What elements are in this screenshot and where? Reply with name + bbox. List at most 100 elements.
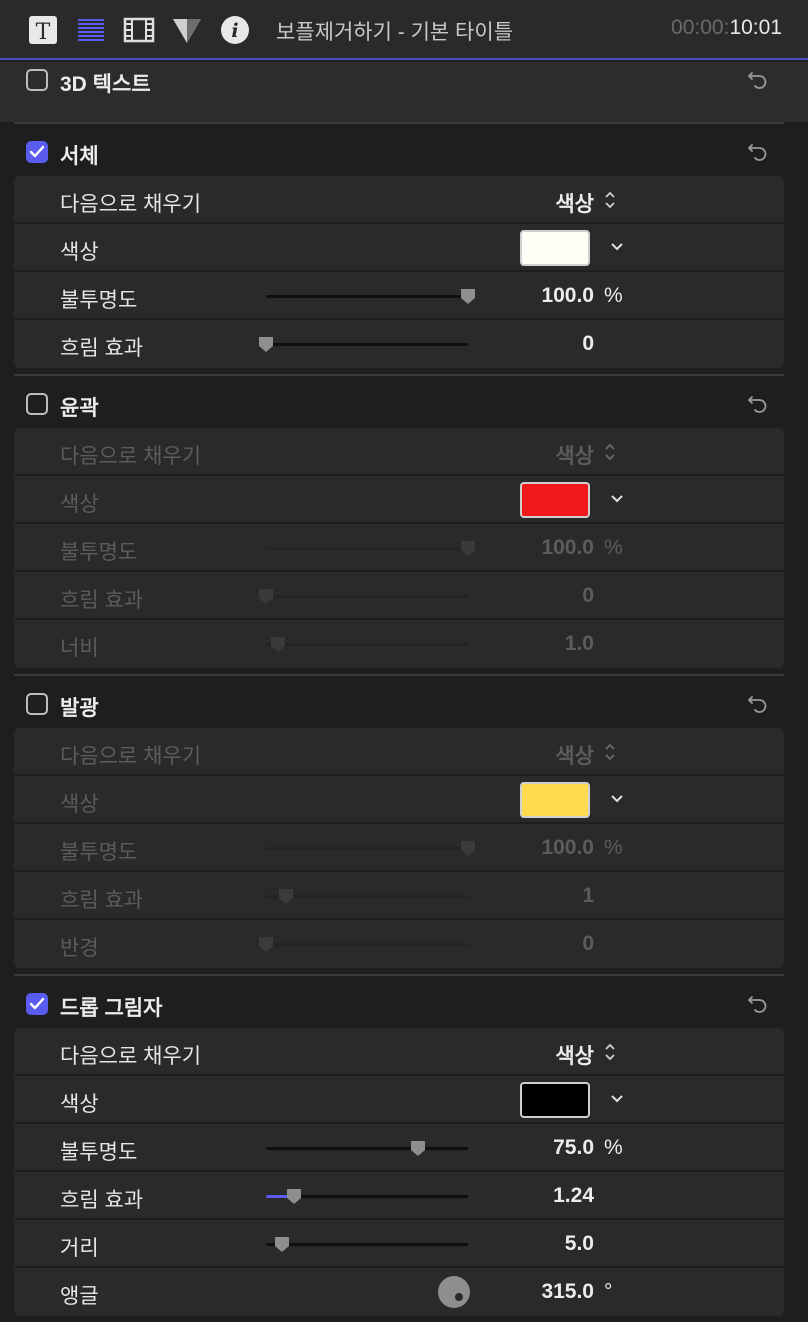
glow-blur-row: 흐림 효과 1	[14, 872, 784, 920]
blur-value[interactable]: 0	[582, 584, 594, 608]
shadow-color-row: 색상	[14, 1076, 784, 1124]
blur-label: 흐림 효과	[60, 1189, 144, 1212]
blur-slider[interactable]	[266, 1189, 468, 1204]
angle-dial[interactable]	[438, 1276, 470, 1308]
slider-thumb[interactable]	[286, 1188, 302, 1205]
drop-shadow-group: 다음으로 채우기 색상 색상 불투명도 75.0 % 흐림 효과 1.24 거리…	[14, 1028, 784, 1316]
section-title-glow: 발광	[60, 697, 99, 720]
fill-select[interactable]: 색상	[555, 740, 594, 770]
shadow-distance-row: 거리 5.0	[14, 1220, 784, 1268]
reset-icon[interactable]	[746, 992, 768, 1014]
section-3d-text: 3D 텍스트	[0, 62, 808, 122]
glow-group: 다음으로 채우기 색상 색상 불투명도 100.0 % 흐림 효과 1 반경 0	[14, 728, 784, 968]
opacity-slider[interactable]	[266, 1141, 468, 1156]
slider-thumb[interactable]	[410, 1140, 426, 1157]
fill-select[interactable]: 색상	[555, 1040, 594, 1070]
video-inspector-icon[interactable]	[122, 13, 156, 47]
opacity-slider[interactable]	[266, 541, 475, 556]
shadow-opacity-row: 불투명도 75.0 %	[14, 1124, 784, 1172]
angle-unit: °	[604, 1280, 613, 1303]
slider-thumb[interactable]	[460, 840, 476, 857]
fill-select[interactable]: 색상	[555, 188, 594, 218]
face-checkbox[interactable]	[26, 141, 48, 163]
blur-label: 흐림 효과	[60, 889, 144, 912]
slider-thumb[interactable]	[460, 540, 476, 557]
outline-fill-row: 다음으로 채우기 색상	[14, 428, 784, 476]
opacity-value[interactable]: 100.0	[541, 836, 594, 860]
glow-checkbox[interactable]	[26, 693, 48, 715]
slider-thumb[interactable]	[270, 636, 286, 653]
width-slider[interactable]	[266, 637, 468, 652]
color-swatch[interactable]	[520, 230, 590, 266]
fill-select[interactable]: 색상	[555, 440, 594, 470]
reset-icon[interactable]	[746, 140, 768, 162]
slider-thumb[interactable]	[258, 588, 274, 605]
opacity-value[interactable]: 100.0	[541, 284, 594, 308]
stepper-icon[interactable]	[604, 1042, 616, 1062]
outline-group: 다음으로 채우기 색상 색상 불투명도 100.0 % 흐림 효과 0 너비 1…	[14, 428, 784, 668]
section-divider	[14, 674, 784, 676]
radius-value[interactable]: 0	[582, 932, 594, 956]
slider-thumb[interactable]	[460, 288, 476, 305]
opacity-value[interactable]: 100.0	[541, 536, 594, 560]
angle-label: 앵글	[60, 1285, 99, 1308]
slider-thumb[interactable]	[274, 1236, 290, 1253]
slider-thumb[interactable]	[258, 336, 274, 353]
slider-thumb[interactable]	[258, 936, 274, 953]
chevron-down-icon[interactable]	[610, 242, 624, 252]
svg-text:i: i	[231, 20, 238, 42]
blur-value[interactable]: 1.24	[553, 1184, 594, 1208]
chevron-down-icon[interactable]	[610, 1094, 624, 1104]
radius-slider[interactable]	[259, 937, 468, 952]
blur-value[interactable]: 1	[582, 884, 594, 908]
stepper-icon[interactable]	[604, 190, 616, 210]
color-label: 색상	[60, 241, 99, 264]
opacity-unit: %	[604, 1136, 623, 1159]
section-title-drop-shadow: 드롭 그림자	[60, 997, 163, 1020]
section-divider	[14, 374, 784, 376]
timecode-prefix: 00:00:	[671, 16, 730, 39]
reset-icon[interactable]	[746, 68, 768, 90]
outline-width-row: 너비 1.0	[14, 620, 784, 668]
generator-icon[interactable]	[170, 13, 204, 47]
stepper-icon[interactable]	[604, 442, 616, 462]
fill-label: 다음으로 채우기	[60, 193, 202, 216]
distance-value[interactable]: 5.0	[565, 1232, 594, 1256]
shadow-fill-row: 다음으로 채우기 색상	[14, 1028, 784, 1076]
slider-thumb[interactable]	[278, 888, 294, 905]
color-swatch[interactable]	[520, 782, 590, 818]
drop-shadow-checkbox[interactable]	[26, 993, 48, 1015]
timecode-value: 10:01	[729, 16, 782, 39]
reset-icon[interactable]	[746, 692, 768, 714]
text-inspector-icon[interactable]: T	[26, 13, 60, 47]
blur-slider[interactable]	[259, 337, 468, 352]
opacity-value[interactable]: 75.0	[553, 1136, 594, 1160]
opacity-label: 불투명도	[60, 289, 138, 312]
outline-checkbox[interactable]	[26, 393, 48, 415]
inspector-header: T i 보플제거하기 - 기본 타이틀 00:00:10:01	[0, 0, 808, 60]
timecode: 00:00:10:01	[671, 16, 782, 40]
width-value[interactable]: 1.0	[565, 632, 594, 656]
color-swatch[interactable]	[520, 482, 590, 518]
svg-text:T: T	[36, 20, 51, 45]
info-icon[interactable]: i	[218, 13, 252, 47]
opacity-slider[interactable]	[266, 289, 475, 304]
glow-color-row: 색상	[14, 776, 784, 824]
chevron-down-icon[interactable]	[610, 494, 624, 504]
paragraph-icon[interactable]	[74, 13, 108, 47]
blur-slider[interactable]	[266, 889, 468, 904]
section-divider	[14, 974, 784, 976]
color-swatch[interactable]	[520, 1082, 590, 1118]
stepper-icon[interactable]	[604, 742, 616, 762]
blur-value[interactable]: 0	[582, 332, 594, 356]
blur-slider[interactable]	[259, 589, 468, 604]
fill-label: 다음으로 채우기	[60, 745, 202, 768]
angle-dial-indicator	[455, 1293, 463, 1301]
outline-opacity-row: 불투명도 100.0 %	[14, 524, 784, 572]
reset-icon[interactable]	[746, 392, 768, 414]
chevron-down-icon[interactable]	[610, 794, 624, 804]
opacity-slider[interactable]	[266, 841, 475, 856]
angle-value[interactable]: 315.0	[541, 1280, 594, 1304]
3d-text-checkbox[interactable]	[26, 69, 48, 91]
distance-slider[interactable]	[266, 1237, 468, 1252]
